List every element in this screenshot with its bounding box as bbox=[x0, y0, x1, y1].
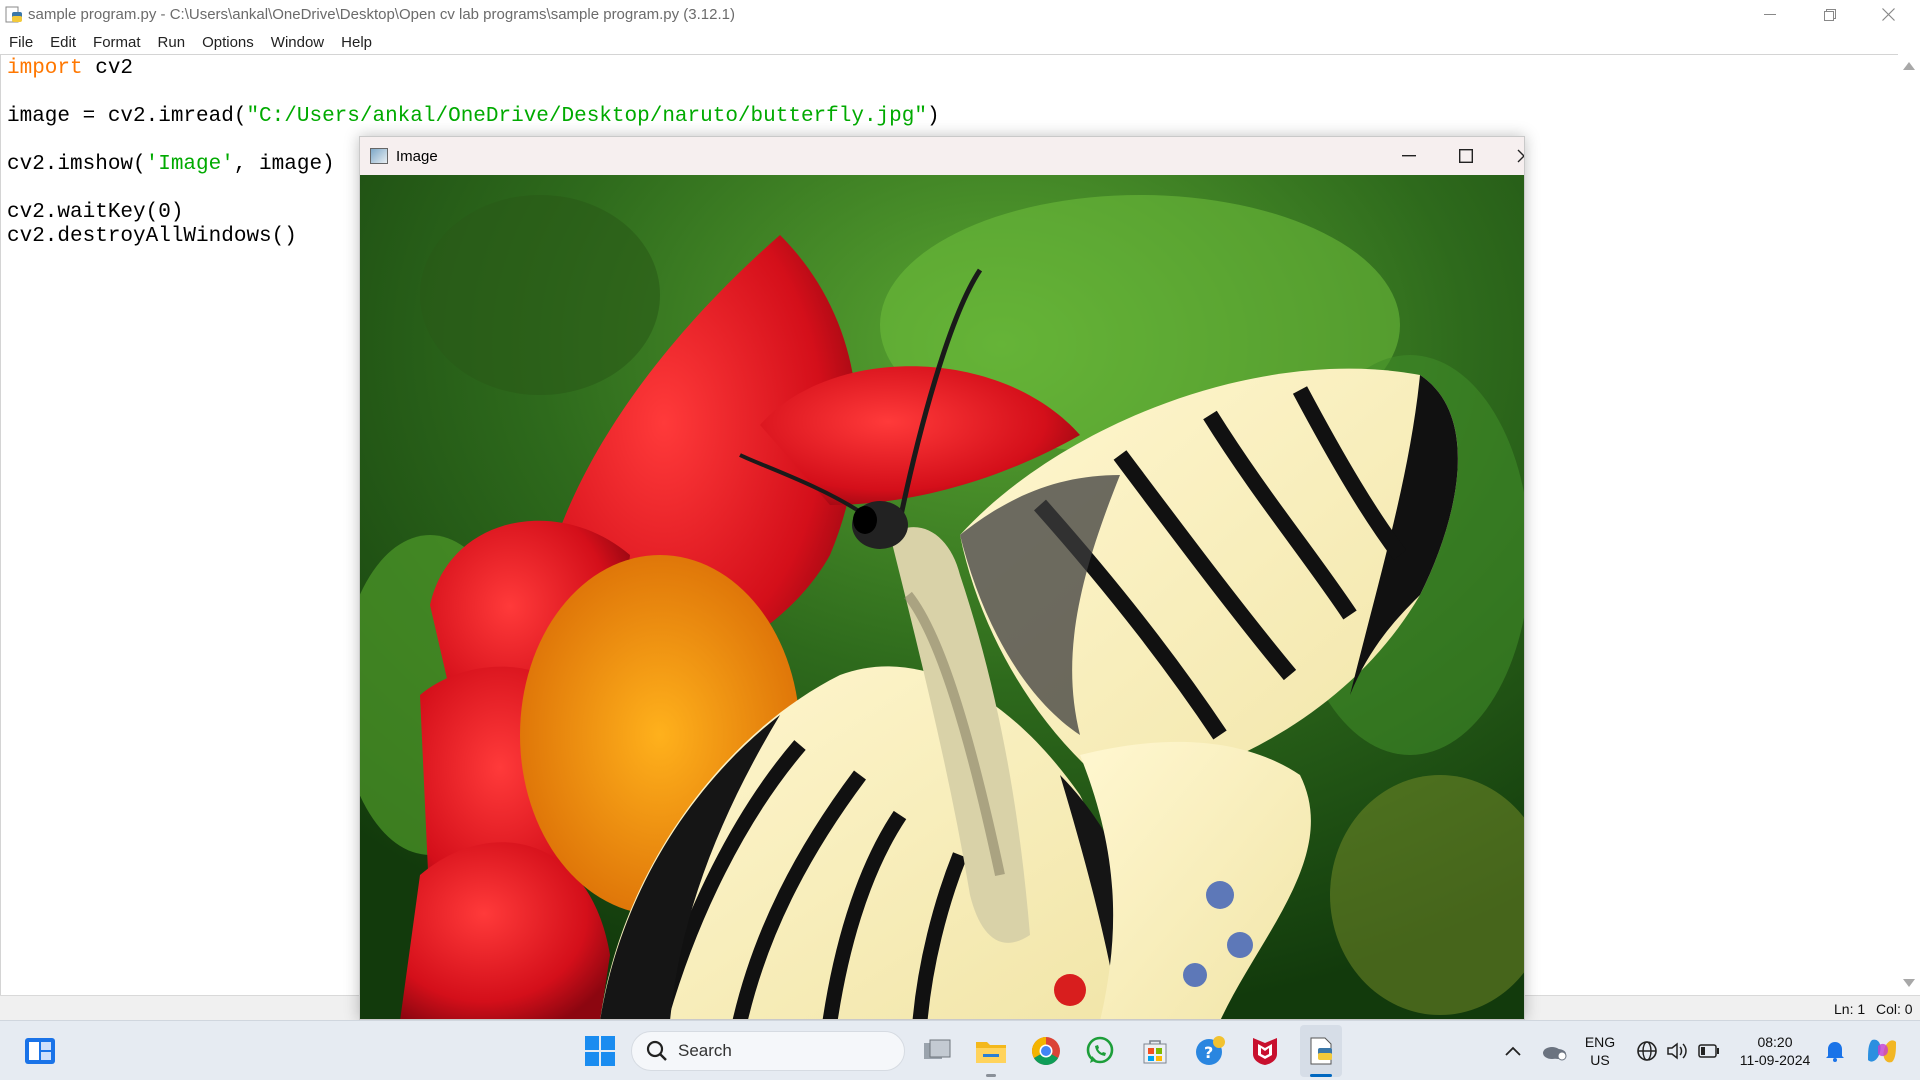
menu-options[interactable]: Options bbox=[193, 34, 262, 51]
file-explorer-running-indicator bbox=[986, 1074, 996, 1077]
image-window-icon bbox=[370, 148, 388, 164]
copilot-icon bbox=[1868, 1039, 1896, 1063]
code-line-1: cv2 bbox=[82, 57, 134, 80]
chrome-button[interactable] bbox=[1026, 1021, 1066, 1080]
python-file-icon bbox=[4, 6, 24, 24]
image-window-title-bar[interactable]: Image bbox=[360, 137, 1524, 175]
widgets-icon bbox=[25, 1038, 55, 1064]
chrome-icon bbox=[1032, 1037, 1060, 1065]
taskbar-search-box[interactable]: Search bbox=[631, 1031, 905, 1071]
taskbar: Search ? ENG US 08:20 11-09-2024 bbox=[0, 1020, 1920, 1080]
widgets-button[interactable] bbox=[20, 1021, 60, 1080]
clock-button[interactable]: 08:20 11-09-2024 bbox=[1732, 1021, 1818, 1080]
battery-icon bbox=[1698, 1044, 1719, 1058]
idle-active-indicator bbox=[1310, 1074, 1332, 1077]
microsoft-store-button[interactable] bbox=[1135, 1021, 1175, 1080]
network-button[interactable] bbox=[1632, 1021, 1662, 1080]
code-line-7: cv2.waitKey(0) bbox=[7, 201, 184, 224]
network-icon bbox=[1637, 1041, 1657, 1061]
code-line-8: cv2.destroyAllWindows() bbox=[7, 225, 297, 248]
menu-run[interactable]: Run bbox=[149, 34, 194, 51]
minimize-button[interactable] bbox=[1740, 0, 1800, 29]
search-icon bbox=[646, 1040, 667, 1061]
task-view-icon bbox=[924, 1039, 951, 1059]
menu-window[interactable]: Window bbox=[262, 34, 332, 51]
restore-button[interactable] bbox=[1800, 0, 1860, 29]
image-maximize-button[interactable] bbox=[1437, 137, 1495, 175]
search-placeholder: Search bbox=[678, 1041, 732, 1060]
mcafee-button[interactable] bbox=[1245, 1021, 1285, 1080]
idle-title-bar[interactable]: sample program.py - C:\Users\ankal\OneDr… bbox=[0, 0, 1920, 29]
image-minimize-button[interactable] bbox=[1380, 137, 1438, 175]
svg-text:?: ? bbox=[1204, 1043, 1213, 1062]
copilot-button[interactable] bbox=[1862, 1021, 1902, 1080]
menu-file[interactable]: File bbox=[0, 34, 41, 51]
image-window-title: Image bbox=[396, 147, 438, 165]
keyboard-layout: US bbox=[1590, 1052, 1610, 1068]
microsoft-store-icon bbox=[1143, 1040, 1167, 1064]
code-string: 'Image' bbox=[145, 153, 234, 176]
show-hidden-icons-button[interactable] bbox=[1500, 1021, 1526, 1080]
battery-button[interactable] bbox=[1694, 1021, 1724, 1080]
get-help-button[interactable]: ? bbox=[1190, 1021, 1230, 1080]
start-button[interactable] bbox=[580, 1021, 620, 1080]
mcafee-icon bbox=[1253, 1038, 1277, 1065]
idle-taskbar-button[interactable] bbox=[1300, 1025, 1342, 1077]
task-view-button[interactable] bbox=[917, 1021, 957, 1080]
input-language-button[interactable]: ENG US bbox=[1580, 1021, 1620, 1080]
file-explorer-button[interactable] bbox=[971, 1021, 1011, 1080]
clock-date: 11-09-2024 bbox=[1739, 1052, 1811, 1068]
vertical-scrollbar[interactable] bbox=[1898, 54, 1920, 995]
code-string: "C:/Users/ankal/OneDrive/Desktop/naruto/… bbox=[246, 105, 927, 128]
menu-edit[interactable]: Edit bbox=[41, 34, 84, 51]
menu-bar: File Edit Format Run Options Window Help bbox=[0, 29, 1920, 55]
butterfly-photo bbox=[360, 175, 1524, 1019]
volume-button[interactable] bbox=[1662, 1021, 1692, 1080]
code-line-3: image = cv2.imread( bbox=[7, 105, 247, 128]
help-icon: ? bbox=[1196, 1036, 1225, 1065]
menu-help[interactable]: Help bbox=[332, 34, 380, 51]
clock-time: 08:20 bbox=[1757, 1034, 1793, 1050]
image-close-button[interactable] bbox=[1495, 137, 1524, 175]
code-keyword: import bbox=[7, 57, 83, 80]
code-line-5: cv2.imshow( bbox=[7, 153, 146, 176]
windows-start-icon bbox=[585, 1036, 615, 1066]
scroll-down-icon[interactable] bbox=[1903, 979, 1915, 987]
scroll-up-icon[interactable] bbox=[1903, 62, 1915, 70]
idle-python-icon bbox=[1310, 1037, 1332, 1065]
opencv-image-window: Image bbox=[359, 136, 1525, 1020]
status-column: Col: 0 bbox=[1876, 1001, 1913, 1017]
chevron-up-icon bbox=[1505, 1046, 1521, 1056]
volume-icon bbox=[1667, 1042, 1687, 1060]
file-explorer-icon bbox=[976, 1042, 1006, 1063]
bell-icon bbox=[1826, 1042, 1844, 1062]
menu-format[interactable]: Format bbox=[84, 34, 149, 51]
onedrive-button[interactable] bbox=[1538, 1021, 1570, 1080]
status-line: Ln: 1 bbox=[1834, 1001, 1866, 1017]
whatsapp-button[interactable] bbox=[1080, 1021, 1120, 1080]
onedrive-icon bbox=[1543, 1047, 1567, 1061]
language-code: ENG bbox=[1584, 1034, 1616, 1050]
whatsapp-icon bbox=[1086, 1036, 1114, 1064]
notifications-button[interactable] bbox=[1820, 1021, 1850, 1080]
window-title: sample program.py - C:\Users\ankal\OneDr… bbox=[28, 6, 735, 23]
close-button[interactable] bbox=[1858, 0, 1918, 29]
